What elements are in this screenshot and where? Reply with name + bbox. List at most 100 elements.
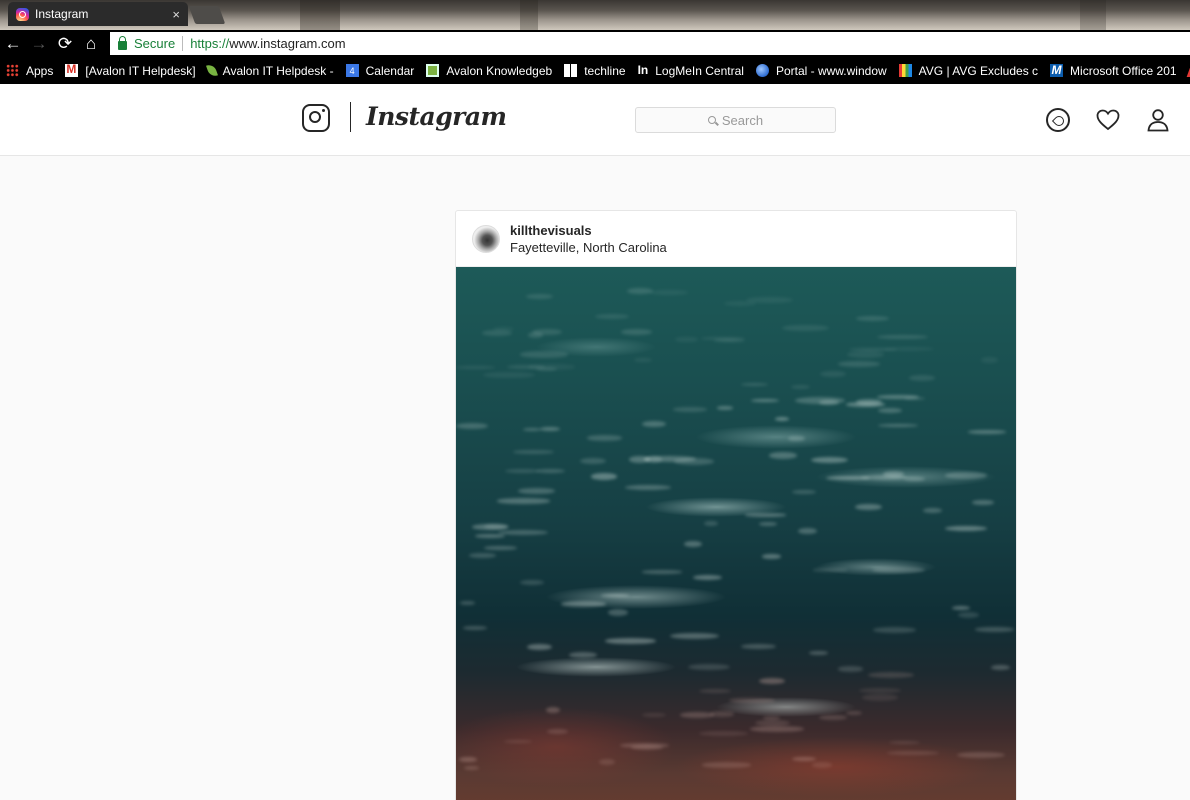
- cloud-speck: [546, 706, 561, 714]
- user-icon-shape: [1147, 109, 1169, 132]
- activity-heart-icon[interactable]: [1096, 108, 1120, 132]
- cloud-speck: [484, 546, 517, 550]
- cloud-speck: [456, 366, 496, 370]
- bookmark-apps[interactable]: Apps: [6, 64, 53, 78]
- cloud-speck: [838, 666, 864, 672]
- cloud-speck: [945, 472, 987, 479]
- cloud-speck: [740, 383, 768, 387]
- cloud-speck: [463, 766, 479, 771]
- cloud-speck: [856, 316, 889, 322]
- cloud-speck: [699, 689, 731, 694]
- cloud-speck: [859, 687, 901, 694]
- cloud-speck: [788, 435, 805, 442]
- cloud-speck: [845, 710, 862, 716]
- cloud-speck: [471, 524, 509, 531]
- cloud-speck: [854, 503, 883, 511]
- post-photo[interactable]: [456, 267, 1016, 800]
- bookmark-label: Apps: [26, 63, 54, 78]
- explore-compass-icon[interactable]: [1046, 108, 1070, 132]
- search-input[interactable]: Search: [635, 107, 836, 133]
- cloud-speck: [769, 452, 797, 459]
- cloud-speck: [877, 423, 919, 427]
- search-placeholder: Search: [721, 112, 764, 128]
- cloud-speck: [642, 420, 666, 427]
- bookmarks-bar: Apps [Avalon IT Helpdesk] Avalon IT Help…: [0, 57, 1190, 84]
- cloud-speck: [877, 394, 919, 399]
- window-background: [300, 0, 340, 30]
- post-location[interactable]: Fayetteville, North Carolina: [510, 240, 667, 255]
- cloud-speck: [674, 458, 715, 465]
- back-button[interactable]: ←: [0, 30, 26, 57]
- cloud-speck: [872, 627, 917, 633]
- post-username[interactable]: killthevisuals: [510, 223, 667, 238]
- cloud-speck: [642, 570, 682, 574]
- bookmark-portal[interactable]: Portal - www.window: [755, 64, 887, 78]
- bookmark-label: LogMeIn Central: [655, 63, 744, 78]
- cloud-speck: [587, 435, 622, 441]
- address-bar[interactable]: Secure https:// www.instagram.com: [110, 32, 1190, 55]
- reload-button[interactable]: ⟳: [52, 30, 78, 57]
- bookmark-avalon-knowledgebase[interactable]: Avalon Knowledgeb: [426, 64, 552, 78]
- new-tab-button[interactable]: [188, 6, 226, 24]
- cloud-speck: [650, 290, 688, 296]
- avatar[interactable]: [472, 224, 500, 253]
- profile-user-icon[interactable]: [1146, 108, 1170, 132]
- tab-title: Instagram: [35, 7, 89, 21]
- cloud-speck: [540, 427, 560, 432]
- cloud-speck: [620, 329, 653, 336]
- cloud-speck: [492, 326, 515, 331]
- home-button[interactable]: ⌂: [78, 30, 104, 57]
- instagram-wordmark[interactable]: Instagram: [366, 102, 507, 131]
- bookmark-techline[interactable]: techline: [564, 63, 626, 78]
- cloud-speck: [680, 712, 715, 719]
- cloud-speck: [968, 430, 1007, 434]
- cloud-speck: [877, 407, 903, 414]
- cloud-speck: [698, 730, 748, 736]
- browser-tab-instagram[interactable]: Instagram ×: [8, 2, 188, 26]
- bookmark-avg-excludes[interactable]: AVG | AVG Excludes c: [898, 64, 1038, 78]
- bookmark-logmein-central[interactable]: In LogMeIn Central: [638, 64, 744, 78]
- cloud-speck: [868, 671, 915, 678]
- tab-close-icon[interactable]: ×: [172, 7, 180, 22]
- cloud-speck: [819, 371, 846, 378]
- cloud-speck: [642, 713, 666, 718]
- cloud-speck: [568, 651, 597, 658]
- avg-icon: [898, 64, 912, 77]
- knowledgebase-icon: [426, 64, 440, 77]
- window-background: [1080, 0, 1106, 30]
- secure-label[interactable]: Secure: [134, 36, 175, 51]
- cloud-speck: [957, 611, 980, 618]
- cloud-speck: [536, 468, 565, 473]
- post-meta: killthevisuals Fayetteville, North Carol…: [510, 223, 667, 255]
- url-scheme[interactable]: https://: [190, 36, 229, 51]
- cloud-speck: [683, 540, 703, 548]
- cloud-speck: [716, 406, 734, 410]
- cloud-speck: [703, 520, 718, 527]
- cloud-speck: [811, 762, 832, 769]
- cloud-speck: [528, 332, 543, 339]
- microsoft-office-icon: M: [1050, 63, 1064, 77]
- cloud-speck: [594, 314, 629, 320]
- bookmark-avalon-it-helpdesk[interactable]: Avalon IT Helpdesk -: [205, 63, 334, 78]
- cloud-speck: [496, 498, 550, 504]
- bookmark-label: Calendar: [365, 63, 415, 78]
- bookmark-avalon-it-helpdesk-gmail[interactable]: [Avalon IT Helpdesk]: [65, 62, 196, 78]
- url-host[interactable]: www.instagram.com: [229, 36, 345, 51]
- bookmark-calendar[interactable]: 4 Calendar: [345, 63, 415, 78]
- cloud-speck: [792, 756, 817, 761]
- bookmark-microsoft-office[interactable]: M Microsoft Office 201: [1050, 64, 1177, 78]
- instagram-camera-icon[interactable]: [302, 104, 330, 132]
- windows-icon: [564, 64, 578, 77]
- cloud-speck: [750, 726, 804, 732]
- forward-button[interactable]: →: [26, 30, 52, 57]
- cloud-speck: [463, 626, 488, 630]
- bookmark-label: techline: [584, 63, 626, 78]
- cloud-speck: [740, 643, 776, 650]
- cloud-speck: [775, 417, 790, 421]
- cloud-speck: [687, 664, 730, 671]
- cloud-speck: [945, 526, 987, 532]
- apps-grid-icon: [6, 64, 19, 77]
- bookmark-label: [Avalon IT Helpdesk]: [85, 63, 196, 78]
- lock-icon[interactable]: [118, 35, 127, 50]
- bookmark-label: Avalon IT Helpdesk -: [222, 63, 334, 78]
